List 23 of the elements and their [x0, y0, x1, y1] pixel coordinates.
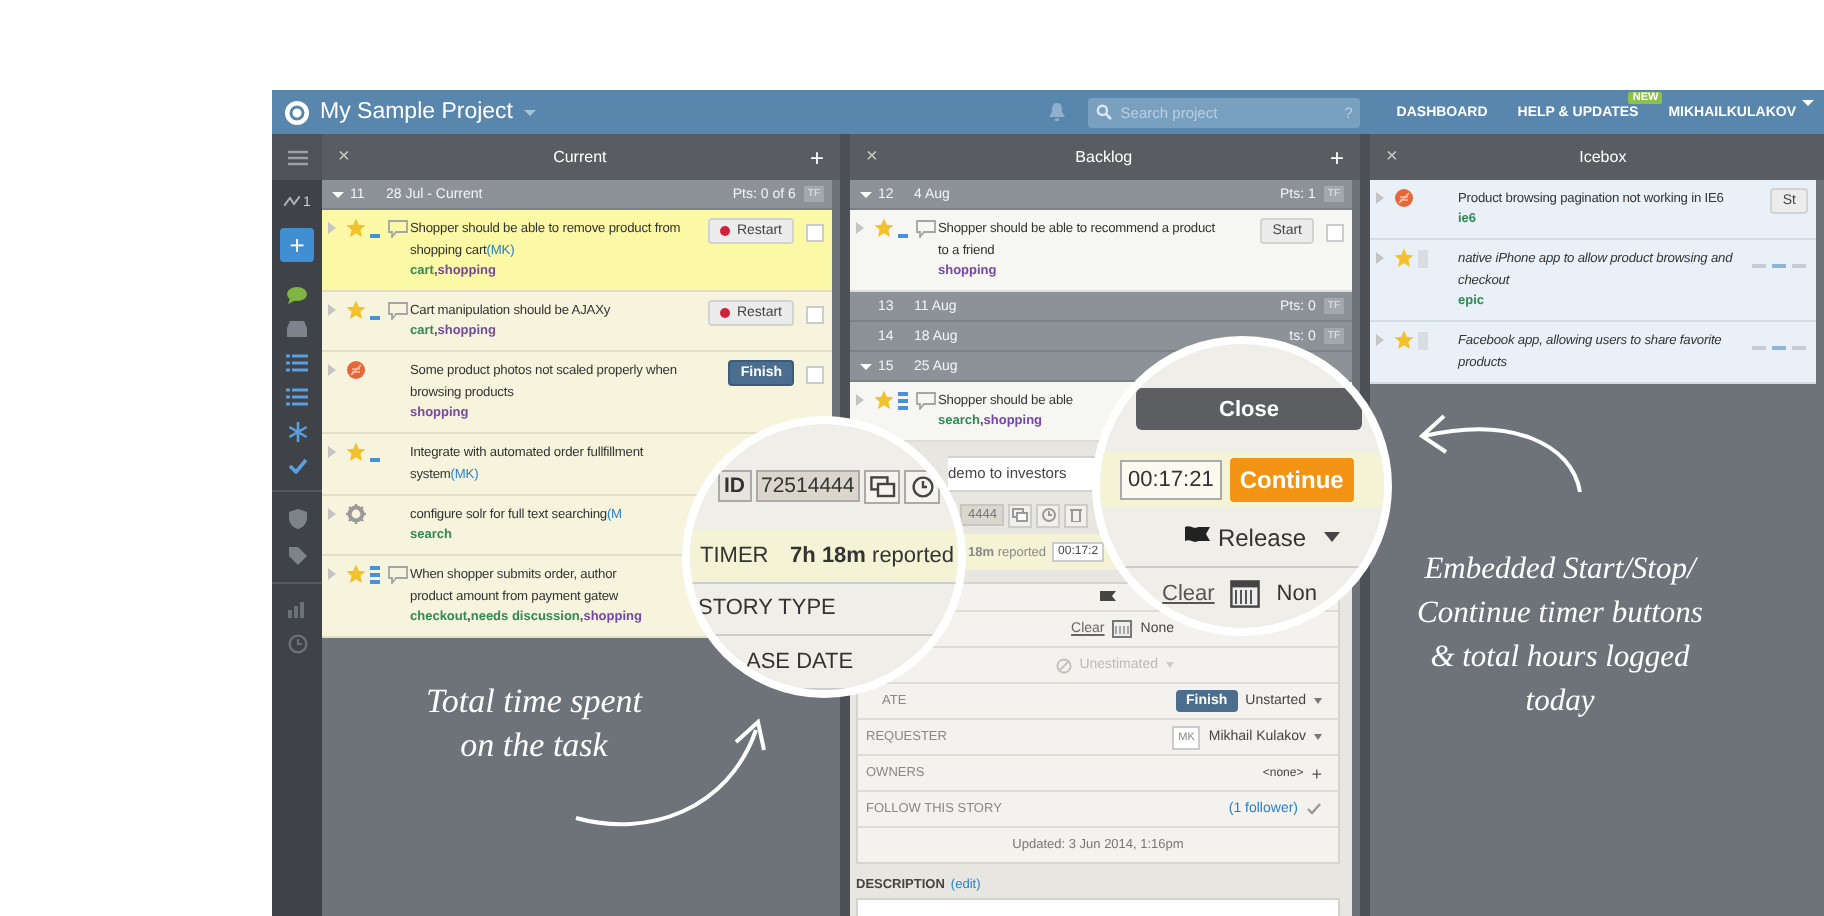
- project-title[interactable]: My Sample Project: [320, 100, 514, 124]
- panel-title: Current: [551, 148, 609, 166]
- timer-field: 00:17:21: [1120, 460, 1222, 500]
- panel-title: Backlog: [1073, 148, 1135, 166]
- add-owner-button[interactable]: +: [1311, 763, 1322, 783]
- field-label: STORY TYPE: [698, 596, 836, 621]
- close-panel-button[interactable]: ×: [1386, 146, 1398, 168]
- panel-title: Icebox: [1577, 148, 1629, 166]
- id-field[interactable]: 72514444: [755, 470, 861, 503]
- add-story-button[interactable]: +: [280, 228, 314, 262]
- release-select[interactable]: Release: [1217, 523, 1306, 551]
- annotation-text: Total time spent on the task: [424, 680, 645, 768]
- close-panel-button[interactable]: ×: [338, 146, 350, 168]
- add-button[interactable]: +: [1329, 143, 1344, 171]
- field-label: ASE DATE: [746, 650, 854, 675]
- release-date-value: Non: [1276, 581, 1317, 605]
- id-label: ID: [718, 470, 751, 503]
- clear-link[interactable]: Clear: [1162, 581, 1215, 605]
- close-button[interactable]: Close: [1136, 388, 1362, 430]
- continue-button[interactable]: Continue: [1229, 458, 1354, 502]
- annotation-text: Embedded Start/Stop/ Continue timer buttons & total hours logged today: [1415, 550, 1705, 722]
- close-panel-button[interactable]: ×: [866, 146, 878, 168]
- add-button[interactable]: +: [809, 143, 824, 171]
